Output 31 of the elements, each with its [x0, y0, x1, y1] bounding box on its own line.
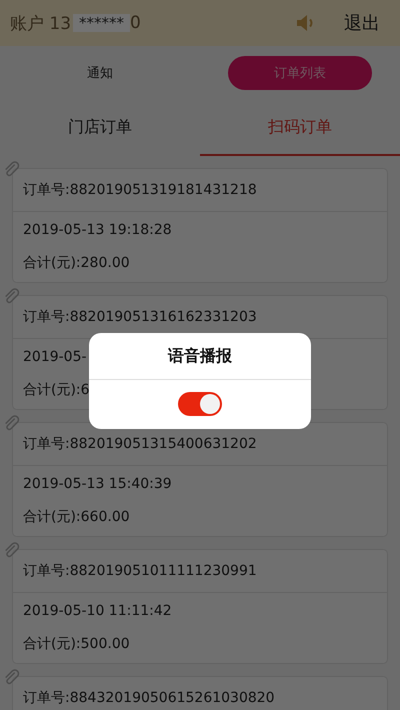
order-card[interactable]: 订单号:882019051315400631202 2019-05-13 15:40:39 合计(元):660.00: [12, 422, 388, 537]
order-time: 2019-05-10 11:11:42: [22, 602, 173, 621]
masked-number: ******: [73, 14, 130, 32]
account-suffix: 0: [130, 13, 141, 33]
order-number: 订单号:882019051316162331203: [22, 308, 258, 327]
order-number: 订单号:882019051011111230991: [22, 562, 258, 581]
paperclip-icon: [3, 415, 21, 433]
order-number: 订单号:882019051315400631202: [22, 435, 258, 454]
segment-tab[interactable]: 通知: [28, 56, 172, 90]
dialog-title: 语音播报: [89, 333, 311, 380]
order-total: 合计(元):280.00: [22, 254, 131, 273]
paperclip-icon: [3, 161, 21, 179]
order-time: 2019-05-: [22, 348, 88, 367]
paperclip-icon: [3, 288, 21, 306]
order-tab[interactable]: 门店订单: [0, 100, 200, 156]
order-tab[interactable]: 扫码订单: [200, 100, 400, 156]
order-total: 合计(元):500.00: [22, 635, 131, 654]
order-card[interactable]: 订单号:88432019050615261030820: [12, 676, 388, 710]
order-number: 订单号:882019051319181431218: [22, 181, 258, 200]
account-label: 账户 13: [10, 12, 72, 34]
order-card[interactable]: 订单号:882019051011111230991 2019-05-10 11:11:42 合计(元):500.00: [12, 549, 388, 664]
order-time: 2019-05-13 15:40:39: [22, 475, 173, 494]
order-total: 合计(元):6: [22, 381, 91, 400]
logout-button[interactable]: 退出: [344, 11, 380, 35]
order-card[interactable]: 订单号:882019051319181431218 2019-05-13 19:18:28 合计(元):280.00: [12, 168, 388, 283]
order-total: 合计(元):660.00: [22, 508, 131, 527]
paperclip-icon: [3, 669, 21, 687]
toggle-switch[interactable]: [178, 392, 222, 416]
order-time: 2019-05-13 19:18:28: [22, 221, 173, 240]
segment-tab[interactable]: 订单列表: [228, 56, 372, 90]
paperclip-icon: [3, 542, 21, 560]
